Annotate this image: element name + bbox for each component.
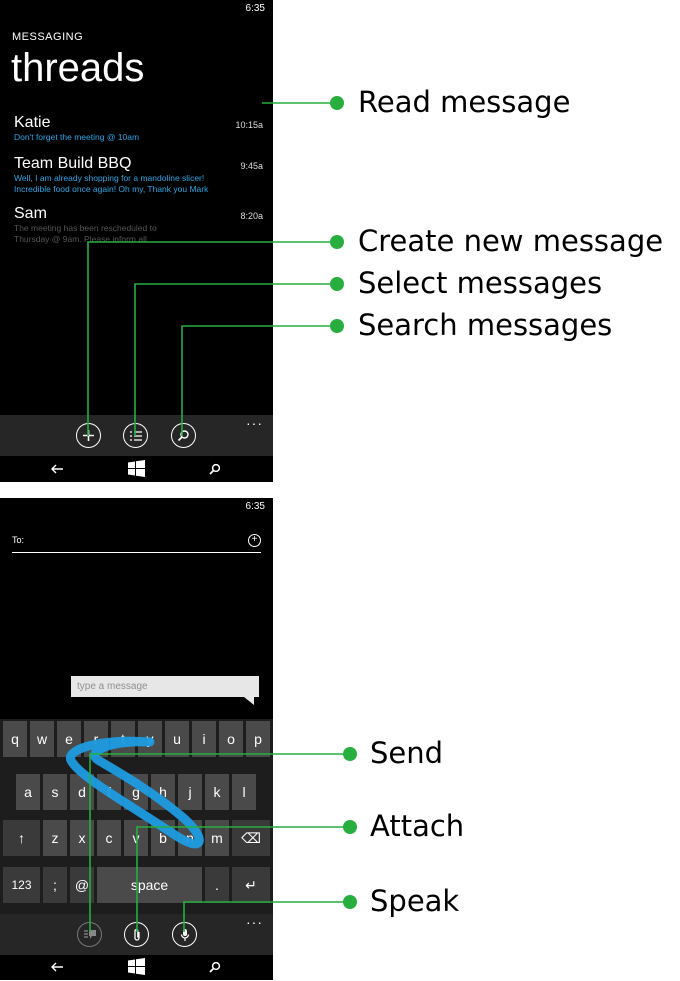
annotation-create-new-message: Create new message <box>358 224 664 258</box>
more-button[interactable]: ··· <box>246 914 263 930</box>
windows-icon[interactable] <box>128 460 145 482</box>
annotation-select-messages: Select messages <box>358 266 603 300</box>
annotation-send: Send <box>370 736 444 770</box>
thread-time: 10:15a <box>235 120 263 130</box>
key[interactable]: e <box>57 721 81 757</box>
key[interactable]: j <box>178 774 202 810</box>
key[interactable]: y <box>138 721 162 757</box>
key[interactable]: g <box>124 774 148 810</box>
key[interactable]: o <box>219 721 243 757</box>
more-button[interactable]: ··· <box>246 415 263 431</box>
to-label: To: <box>12 535 25 545</box>
thread-preview: The meeting has been rescheduled to <box>14 223 157 233</box>
system-nav-bar <box>0 955 273 980</box>
thread-time: 9:45a <box>240 161 263 171</box>
key[interactable]: v <box>124 820 148 856</box>
key[interactable]: l <box>232 774 256 810</box>
key[interactable]: t <box>111 721 135 757</box>
thread-name: Katie <box>14 114 51 131</box>
key[interactable]: . <box>205 867 229 903</box>
key[interactable]: x <box>70 820 94 856</box>
new-message-icon[interactable] <box>76 423 101 448</box>
microphone-icon[interactable] <box>172 922 197 947</box>
key[interactable]: ; <box>43 867 67 903</box>
thread-item[interactable]: Sam 8:20a The meeting has been reschedul… <box>14 205 263 245</box>
key[interactable]: m <box>205 820 229 856</box>
app-bar: ··· <box>0 914 273 955</box>
message-input[interactable]: type a message <box>71 676 259 697</box>
thread-name: Sam <box>14 205 47 222</box>
annotation-attach: Attach <box>370 809 465 843</box>
bubble-tail <box>244 697 254 705</box>
numbers-key[interactable]: 123 <box>3 867 40 903</box>
thread-name: Team Build BBQ <box>14 155 132 172</box>
back-icon[interactable] <box>50 462 64 480</box>
search-icon[interactable] <box>209 960 221 978</box>
thread-preview: Don't forget the meeting @ 10am <box>14 132 140 142</box>
key[interactable]: b <box>151 820 175 856</box>
key[interactable]: z <box>43 820 67 856</box>
key[interactable]: p <box>246 721 270 757</box>
windows-icon[interactable] <box>128 958 145 980</box>
key[interactable]: k <box>205 774 229 810</box>
annotation-search-messages: Search messages <box>358 308 613 342</box>
key[interactable]: u <box>165 721 189 757</box>
app-label: MESSAGING <box>12 31 84 43</box>
key[interactable]: d <box>70 774 94 810</box>
thread-item[interactable]: Team Build BBQ 9:45a Well, I am already … <box>14 155 263 195</box>
key[interactable]: f <box>97 774 121 810</box>
thread-time: 8:20a <box>240 211 263 221</box>
thread-preview: Well, I am already shopping for a mandol… <box>14 173 205 183</box>
key[interactable]: c <box>97 820 121 856</box>
key[interactable]: @ <box>70 867 94 903</box>
enter-key[interactable]: ↵ <box>232 867 270 903</box>
compose-screen: 6:35 To: + type a message q w e r t y u … <box>0 498 273 980</box>
annotation-speak: Speak <box>370 884 460 918</box>
keyboard: q w e r t y u i o p a s d f g h j k l ↑ … <box>0 719 273 914</box>
app-bar: ··· <box>0 415 273 456</box>
add-recipient-icon[interactable]: + <box>248 534 261 547</box>
status-time: 6:35 <box>245 501 265 512</box>
key[interactable]: w <box>30 721 54 757</box>
backspace-key[interactable]: ⌫ <box>232 820 270 856</box>
key[interactable]: h <box>151 774 175 810</box>
system-nav-bar <box>0 457 273 482</box>
threads-screen: 6:35 MESSAGING threads Katie 10:15a Don'… <box>0 0 273 482</box>
attach-icon[interactable] <box>124 922 149 947</box>
space-key[interactable]: space <box>97 867 202 903</box>
to-field[interactable] <box>12 552 261 553</box>
status-time: 6:35 <box>245 3 265 14</box>
shift-key[interactable]: ↑ <box>3 820 40 856</box>
thread-preview: Incredible food once again! Oh my, Thank… <box>14 184 209 194</box>
key[interactable]: r <box>84 721 108 757</box>
search-icon[interactable] <box>209 462 221 480</box>
thread-preview: Thursday @ 9am. Please inform all <box>14 234 147 244</box>
annotation-read-message: Read message <box>358 85 571 119</box>
search-icon[interactable] <box>171 423 196 448</box>
key[interactable]: n <box>178 820 202 856</box>
key[interactable]: q <box>3 721 27 757</box>
send-icon[interactable] <box>77 922 102 947</box>
select-icon[interactable] <box>123 423 148 448</box>
key[interactable]: a <box>16 774 40 810</box>
key[interactable]: s <box>43 774 67 810</box>
thread-item[interactable]: Katie 10:15a Don't forget the meeting @ … <box>14 114 263 143</box>
page-title: threads <box>11 46 145 90</box>
back-icon[interactable] <box>50 960 64 978</box>
key[interactable]: i <box>192 721 216 757</box>
